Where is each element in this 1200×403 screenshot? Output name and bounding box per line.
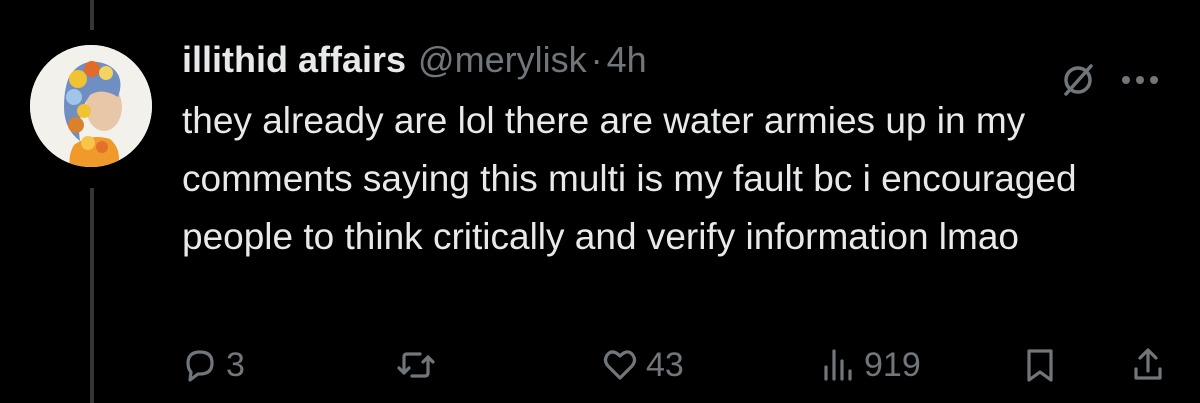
avatar[interactable] <box>30 45 152 167</box>
user-handle[interactable]: @merylisk <box>418 39 587 81</box>
share-icon <box>1134 348 1162 380</box>
display-name[interactable]: illithid affairs <box>182 39 406 81</box>
tweet-header: illithid affairs @merylisk · 4h <box>182 38 647 82</box>
views-button[interactable]: 919 <box>818 340 921 390</box>
more-icon[interactable] <box>1120 73 1160 87</box>
separator-dot: · <box>590 39 603 80</box>
bookmark-icon <box>1027 349 1053 382</box>
bookmark-button[interactable] <box>1020 340 1066 390</box>
thread-line-top <box>90 0 94 30</box>
retweet-icon <box>397 352 435 378</box>
reply-count: 3 <box>226 345 245 384</box>
tweet-actions: 3 43 919 <box>0 340 1200 390</box>
tweet-text: they already are lol there are water arm… <box>182 100 1077 257</box>
timestamp[interactable]: 4h <box>607 39 647 81</box>
reply-icon <box>186 350 214 382</box>
reply-button[interactable]: 3 <box>180 340 245 390</box>
views-count: 919 <box>864 345 921 384</box>
heart-icon <box>603 350 637 380</box>
views-icon <box>824 349 852 381</box>
retweet-button[interactable] <box>396 340 442 390</box>
like-count: 43 <box>646 345 684 384</box>
share-button[interactable] <box>1128 340 1174 390</box>
like-button[interactable]: 43 <box>600 340 684 390</box>
